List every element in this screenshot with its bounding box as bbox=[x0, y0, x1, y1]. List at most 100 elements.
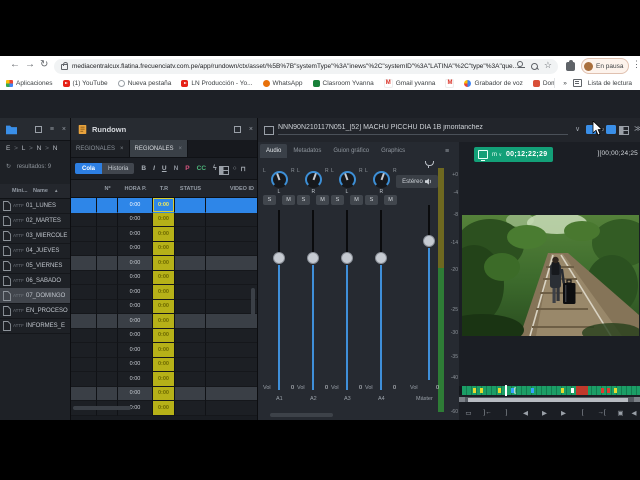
hora-cell[interactable]: 0:00 bbox=[118, 357, 153, 372]
prev-clip-button[interactable]: ◀ bbox=[630, 409, 638, 417]
bookmark-item[interactable]: M bbox=[445, 78, 455, 88]
format-i-button[interactable]: I bbox=[153, 165, 155, 172]
videoid-cell[interactable] bbox=[206, 198, 257, 213]
column-header[interactable]: HORA P. bbox=[118, 180, 153, 197]
rundown-row[interactable]: 0:00 0:00 bbox=[71, 285, 257, 300]
more-tools-icon[interactable]: ≫ bbox=[634, 124, 640, 133]
format-u-button[interactable]: U bbox=[162, 165, 167, 172]
status-cell[interactable] bbox=[175, 314, 206, 329]
status-cell[interactable] bbox=[175, 285, 206, 300]
master-vol-value[interactable]: 0 bbox=[436, 385, 439, 391]
list-item[interactable]: ATTF INFORMES_E bbox=[0, 318, 70, 334]
tc-mode-dropdown-icon[interactable]: ∨ bbox=[499, 152, 502, 157]
vol-value[interactable]: 0 bbox=[393, 385, 396, 391]
bookmark-item[interactable]: LN Producción - Yo... bbox=[181, 79, 253, 87]
fader-handle[interactable] bbox=[273, 252, 285, 264]
password-key-icon[interactable] bbox=[516, 61, 525, 68]
item-name[interactable]: 07_DOMINGO bbox=[26, 293, 65, 299]
rundown-row[interactable]: 0:00 0:00 bbox=[71, 212, 257, 227]
hora-cell[interactable]: 0:00 bbox=[118, 212, 153, 227]
status-cell[interactable] bbox=[175, 270, 206, 285]
list-item[interactable]: ATTF 04_JUEVES bbox=[0, 243, 70, 259]
list-item[interactable]: ATTF 05_VIERNES bbox=[0, 258, 70, 274]
rundown-row[interactable]: 0:00 0:00 bbox=[71, 328, 257, 343]
play-button[interactable]: ▶ bbox=[535, 409, 554, 417]
videoid-cell[interactable] bbox=[206, 241, 257, 256]
grid-icon[interactable] bbox=[219, 166, 229, 175]
panel-close-icon[interactable]: × bbox=[249, 126, 253, 133]
master-fader-handle[interactable] bbox=[423, 235, 435, 247]
pan-knob[interactable] bbox=[304, 171, 322, 188]
timeline-marker[interactable] bbox=[561, 388, 564, 393]
forward-icon[interactable]: → bbox=[25, 59, 35, 70]
list-item[interactable]: ATTF 07_DOMINGO bbox=[0, 288, 70, 304]
search-lens-icon[interactable] bbox=[530, 62, 538, 70]
rundown-row[interactable]: 0:00 0:00 bbox=[71, 343, 257, 358]
open-in-player-icon[interactable] bbox=[606, 125, 616, 134]
hora-cell[interactable]: 0:00 bbox=[118, 270, 153, 285]
rundown-row[interactable]: 0:00 0:00 bbox=[71, 314, 257, 329]
item-name[interactable]: INFORMES_E bbox=[26, 323, 65, 329]
rundown-row[interactable]: 0:00 0:00 bbox=[71, 386, 257, 401]
refresh-icon[interactable]: ↻ bbox=[6, 164, 11, 170]
bookmarks-overflow-icon[interactable]: » bbox=[563, 80, 567, 87]
timeline-marker[interactable] bbox=[614, 388, 617, 393]
panel-close-icon[interactable]: × bbox=[62, 126, 66, 133]
rundown-row[interactable]: 0:00 0:00 bbox=[71, 227, 257, 242]
bookmark-star-icon[interactable]: ☆ bbox=[544, 60, 552, 69]
status-cell[interactable] bbox=[175, 299, 206, 314]
timeline-marker[interactable] bbox=[607, 388, 610, 393]
rundown-row[interactable]: 0:00 0:00 bbox=[71, 270, 257, 285]
mixer-menu-icon[interactable]: ≡ bbox=[445, 148, 449, 155]
timeline-marker[interactable] bbox=[473, 388, 476, 393]
videoid-cell[interactable] bbox=[206, 343, 257, 358]
videoid-cell[interactable] bbox=[206, 212, 257, 227]
url-text[interactable]: mediacentralcux.flatina.frecuenciatv.com… bbox=[72, 63, 518, 70]
asset-tab-audio[interactable]: Audio bbox=[260, 144, 288, 158]
tr-cell[interactable]: 0:00 bbox=[153, 386, 175, 401]
timeline-track[interactable]: [ bbox=[462, 385, 640, 396]
vertical-scrollbar[interactable] bbox=[251, 288, 255, 320]
hora-cell[interactable]: 0:00 bbox=[118, 299, 153, 314]
videoid-cell[interactable] bbox=[206, 270, 257, 285]
sort-asc-icon[interactable]: ▲ bbox=[54, 188, 58, 193]
rundown-row[interactable]: 0:00 0:00 bbox=[71, 357, 257, 372]
status-cell[interactable] bbox=[175, 372, 206, 387]
item-name[interactable]: 03_MIERCOLE bbox=[26, 233, 67, 239]
item-name[interactable]: 05_VIERNES bbox=[26, 263, 62, 269]
timeline-marker[interactable] bbox=[531, 388, 534, 393]
mark-in-button[interactable]: ] bbox=[497, 409, 516, 416]
bookmark-item[interactable]: Domestika bbox=[532, 79, 554, 87]
solo-button[interactable]: S bbox=[297, 195, 310, 205]
timeline-marker[interactable] bbox=[498, 388, 501, 393]
position-timecode-badge[interactable]: m ∨ 00;12;22;29 bbox=[474, 147, 554, 162]
rundown-row[interactable]: 0:00 0:00 bbox=[71, 299, 257, 314]
status-cell[interactable] bbox=[175, 343, 206, 358]
hora-cell[interactable]: 0:00 bbox=[118, 386, 153, 401]
stereo-button[interactable]: Estéreo bbox=[396, 175, 438, 188]
status-cell[interactable] bbox=[175, 241, 206, 256]
list-item[interactable]: ATTF 03_MIERCOLE bbox=[0, 228, 70, 244]
status-cell[interactable] bbox=[175, 198, 206, 213]
hora-cell[interactable]: 0:00 bbox=[118, 198, 153, 213]
reload-icon[interactable]: ↻ bbox=[40, 59, 48, 70]
tr-cell[interactable]: 0:00 bbox=[153, 343, 175, 358]
rundown-row[interactable]: 0:00 0:00 bbox=[71, 256, 257, 271]
scroll-thumb[interactable] bbox=[468, 397, 628, 402]
timeline-marker[interactable] bbox=[480, 388, 483, 393]
videoid-cell[interactable] bbox=[206, 386, 257, 401]
solo-button[interactable]: S bbox=[263, 195, 276, 205]
historia-button[interactable]: Historia bbox=[102, 163, 135, 174]
hora-cell[interactable]: 0:00 bbox=[118, 314, 153, 329]
goto-in-button[interactable]: ]← bbox=[478, 409, 497, 416]
status-cell[interactable] bbox=[175, 328, 206, 343]
mute-button[interactable]: M bbox=[350, 195, 363, 205]
vol-value[interactable]: 0 bbox=[325, 385, 328, 391]
col-name[interactable]: Name bbox=[33, 188, 48, 194]
videoid-cell[interactable] bbox=[206, 299, 257, 314]
dock-panel-icon[interactable] bbox=[34, 125, 42, 133]
videoid-cell[interactable] bbox=[206, 357, 257, 372]
mute-button[interactable]: M bbox=[384, 195, 397, 205]
fader-handle[interactable] bbox=[375, 252, 387, 264]
pan-knob[interactable] bbox=[372, 171, 390, 188]
